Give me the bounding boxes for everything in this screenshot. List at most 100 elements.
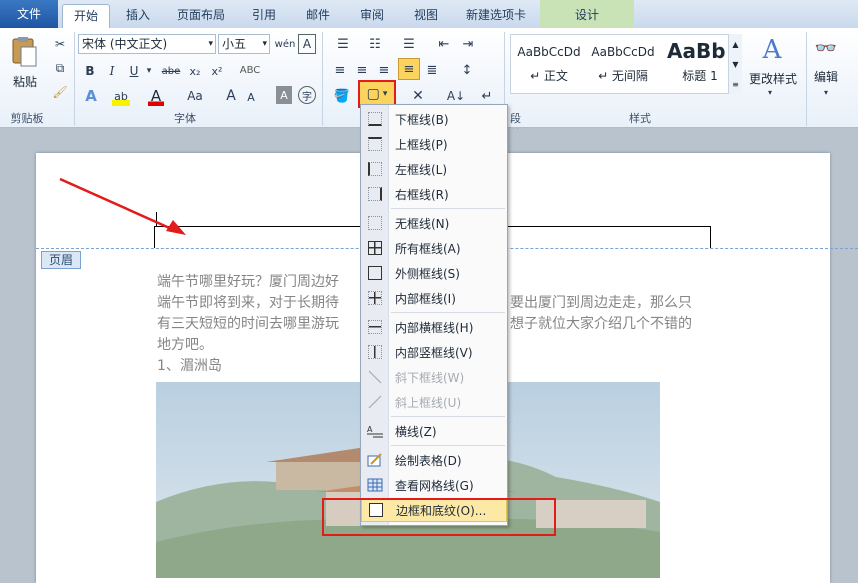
binoculars-icon[interactable]: 👓 xyxy=(812,34,840,62)
subscript-button[interactable]: x₂ xyxy=(186,62,204,80)
cut-icon[interactable]: ✂ xyxy=(52,36,68,52)
outside-border-icon: ▢ xyxy=(366,86,380,102)
sort-icon[interactable]: A↓ xyxy=(444,86,468,106)
menu-item-inside-vertical[interactable]: 内部竖框线(V) xyxy=(361,340,507,364)
editing-button[interactable]: 编辑 xyxy=(808,68,844,85)
shading-icon[interactable]: 🪣 xyxy=(330,86,354,106)
superscript-button[interactable]: x² xyxy=(208,62,226,80)
tab-new-tab[interactable]: 新建选项卡 xyxy=(456,4,536,28)
strikethrough-button[interactable]: abe xyxy=(160,62,182,80)
numbering-icon[interactable]: ☷ xyxy=(362,34,388,54)
distributed-icon[interactable]: ≣ xyxy=(422,60,442,80)
right-border-icon xyxy=(368,187,382,201)
chevron-down-icon: ▾ xyxy=(208,39,213,49)
style-name: ↵ 正文 xyxy=(530,69,568,83)
chevron-down-icon[interactable]: ▼ xyxy=(732,60,738,69)
change-styles-icon[interactable]: A xyxy=(752,34,792,66)
copy-icon[interactable]: ⧉ xyxy=(52,60,68,76)
menu-separator xyxy=(391,208,505,209)
menu-item-all-borders[interactable]: 所有框线(A) xyxy=(361,236,507,260)
menu-item-no-border[interactable]: 无框线(N) xyxy=(361,211,507,235)
menu-item-right-border[interactable]: 右框线(R) xyxy=(361,182,507,206)
align-right-icon[interactable]: ≡ xyxy=(374,60,394,80)
show-formatting-marks-icon[interactable]: ↵ xyxy=(478,86,496,106)
phonetic-guide-icon[interactable]: wén xyxy=(274,34,296,54)
paste-icon xyxy=(12,37,37,67)
underline-button[interactable]: U xyxy=(126,62,142,80)
menu-item-inside-borders[interactable]: 内部框线(I) xyxy=(361,286,507,310)
menu-item-label: 右框线(R) xyxy=(395,187,449,202)
menu-item-label: 左框线(L) xyxy=(395,162,448,177)
style-normal[interactable]: AaBbCcDd ↵ 正文 xyxy=(513,37,585,91)
menu-item-top-border[interactable]: 上框线(P) xyxy=(361,132,507,156)
inside-horizontal-border-icon xyxy=(368,320,382,334)
style-no-spacing[interactable]: AaBbCcDd ↵ 无间隔 xyxy=(587,37,659,91)
change-styles-button[interactable]: 更改样式 xyxy=(744,70,802,87)
menu-item-left-border[interactable]: 左框线(L) xyxy=(361,157,507,181)
menu-item-view-gridlines[interactable]: 查看网格线(G) xyxy=(361,473,507,497)
character-border-icon[interactable]: A xyxy=(298,34,316,54)
document-line: 有三天短短的时间去哪里游玩 xyxy=(157,316,339,332)
menu-item-draw-table[interactable]: 绘制表格(D) xyxy=(361,448,507,472)
tab-mailings[interactable]: 邮件 xyxy=(294,4,342,28)
align-left-icon[interactable]: ≡ xyxy=(330,60,350,80)
chevron-down-icon[interactable]: ▾ xyxy=(818,86,834,98)
chevron-up-icon[interactable]: ▲ xyxy=(732,40,738,49)
change-case-button[interactable]: Aa xyxy=(182,86,208,106)
menu-item-bottom-border[interactable]: 下框线(B) xyxy=(361,107,507,131)
tab-insert[interactable]: 插入 xyxy=(114,4,162,28)
menu-item-diagonal-down[interactable]: 斜下框线(W) xyxy=(361,365,507,389)
tab-references[interactable]: 引用 xyxy=(240,4,288,28)
shrink-font-button[interactable]: A xyxy=(244,88,258,106)
paste-label: 粘贴 xyxy=(12,75,37,89)
font-name-combo[interactable]: 宋体 (中文正文) ▾ xyxy=(78,34,216,54)
paste-button[interactable] xyxy=(6,32,42,72)
menu-item-outside-borders[interactable]: 外侧框线(S) xyxy=(361,261,507,285)
tab-design[interactable]: 设计 xyxy=(562,4,612,28)
outside-borders-icon xyxy=(368,266,382,280)
line-spacing-icon[interactable]: ↕ xyxy=(454,60,480,80)
tab-review[interactable]: 审阅 xyxy=(348,4,396,28)
font-size-combo[interactable]: 小五 ▾ xyxy=(218,34,270,54)
header-tag[interactable]: 页眉 xyxy=(41,251,81,269)
chevron-down-icon[interactable]: ▾ xyxy=(762,86,778,98)
more-icon[interactable]: ≡ xyxy=(732,80,739,89)
tab-file[interactable]: 文件 xyxy=(0,0,58,28)
tab-page-layout[interactable]: 页面布局 xyxy=(168,4,234,28)
document-line: 要出厦门到周边走走，那么只 xyxy=(510,295,692,311)
increase-indent-icon[interactable]: ⇥ xyxy=(458,34,478,54)
menu-item-inside-horizontal[interactable]: 内部横框线(H) xyxy=(361,315,507,339)
font-size-value: 小五 xyxy=(222,37,247,51)
chinese-layout-icon[interactable]: ✕ xyxy=(404,86,432,106)
font-name-value: 宋体 (中文正文) xyxy=(82,37,168,51)
multilevel-list-icon[interactable]: ☰ xyxy=(396,34,422,54)
text-effects-icon[interactable]: A xyxy=(82,86,100,106)
grow-font-button[interactable]: A xyxy=(222,86,240,106)
menu-item-label: 内部横框线(H) xyxy=(395,320,474,335)
tab-home[interactable]: 开始 xyxy=(62,4,110,28)
font-color-icon[interactable]: A xyxy=(148,86,164,106)
bold-button[interactable]: B xyxy=(82,62,98,80)
menu-item-horizontal-line[interactable]: A 横线(Z) xyxy=(361,419,507,443)
font-group-label: 字体 xyxy=(174,112,196,125)
justify-icon[interactable]: ≡ xyxy=(398,58,420,80)
menu-item-diagonal-up[interactable]: 斜上框线(U) xyxy=(361,390,507,414)
styles-gallery-scroll[interactable]: ▲ ▼ ≡ xyxy=(728,34,742,94)
menu-item-label: 绘制表格(D) xyxy=(395,453,462,468)
align-center-icon[interactable]: ≡ xyxy=(352,60,372,80)
character-shading-icon[interactable]: A xyxy=(276,86,292,104)
chevron-down-icon[interactable]: ▾ xyxy=(144,62,154,80)
document-line: 想子就位大家介绍几个不错的 xyxy=(510,316,692,332)
format-painter-icon[interactable]: 🖌 xyxy=(52,84,68,100)
decrease-indent-icon[interactable]: ⇤ xyxy=(434,34,454,54)
highlight-color-icon[interactable]: ab xyxy=(112,86,130,106)
clear-formatting-icon[interactable]: ABC xyxy=(240,60,261,80)
left-border-icon xyxy=(368,162,382,176)
borders-dropdown-menu: 下框线(B) 上框线(P) 左框线(L) 右框线(R) 无框线(N) 所有框线(… xyxy=(360,104,508,526)
enclose-characters-icon[interactable]: 字 xyxy=(298,86,316,104)
tab-view[interactable]: 视图 xyxy=(402,4,450,28)
document-line: 地方吧。 xyxy=(157,337,213,353)
bullets-icon[interactable]: ☰ xyxy=(330,34,356,54)
italic-button[interactable]: I xyxy=(104,62,120,80)
menu-item-label: 无框线(N) xyxy=(395,216,450,231)
